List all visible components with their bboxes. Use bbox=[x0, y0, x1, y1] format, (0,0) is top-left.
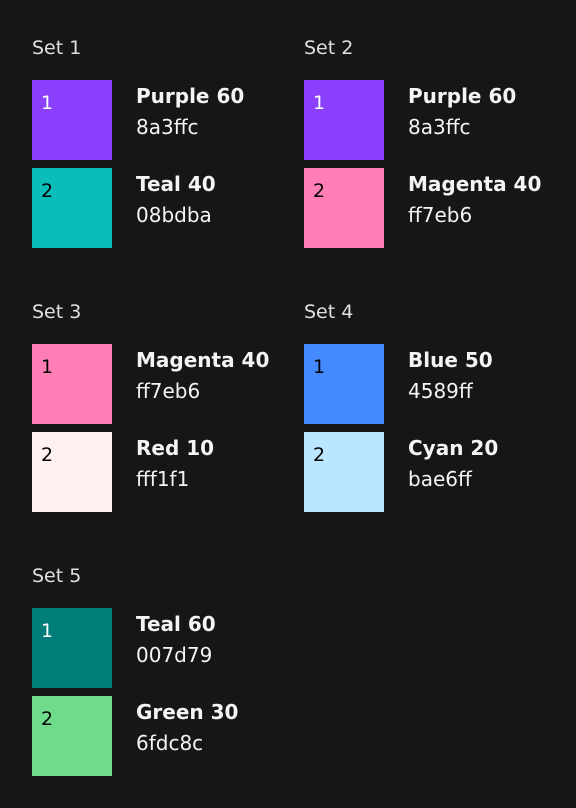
swatch-name: Blue 50 bbox=[408, 348, 493, 372]
swatch-row: 1 Purple 60 8a3ffc bbox=[304, 80, 564, 160]
swatch-name: Red 10 bbox=[136, 436, 215, 460]
swatch-hex: bae6ff bbox=[408, 467, 472, 491]
swatch-hex: 007d79 bbox=[136, 643, 213, 667]
swatch-name: Purple 60 bbox=[136, 84, 245, 108]
swatch-row: 1 Teal 60 007d79 bbox=[32, 608, 292, 688]
swatch-number: 1 bbox=[313, 356, 326, 378]
swatch-row: 1 Purple 60 8a3ffc bbox=[32, 80, 292, 160]
color-swatch: 1 bbox=[32, 80, 112, 160]
swatch-number: 1 bbox=[41, 92, 54, 114]
swatch-number: 2 bbox=[41, 444, 54, 466]
swatch-number: 1 bbox=[41, 620, 54, 642]
swatch-name: Magenta 40 bbox=[136, 348, 270, 372]
swatch-number: 2 bbox=[41, 180, 54, 202]
swatch-hex: 4589ff bbox=[408, 379, 473, 403]
color-swatch: 1 bbox=[32, 344, 112, 424]
set-title: Set 3 bbox=[32, 301, 82, 323]
swatch-hex: 8a3ffc bbox=[408, 115, 471, 139]
swatch-number: 2 bbox=[313, 180, 326, 202]
swatch-name: Teal 40 bbox=[136, 172, 216, 196]
color-swatch: 1 bbox=[304, 344, 384, 424]
swatch-row: 2 Green 30 6fdc8c bbox=[32, 696, 292, 776]
swatch-row: 1 Blue 50 4589ff bbox=[304, 344, 564, 424]
swatch-hex: fff1f1 bbox=[136, 467, 190, 491]
swatch-name: Purple 60 bbox=[408, 84, 517, 108]
swatch-hex: ff7eb6 bbox=[408, 203, 473, 227]
swatch-number: 2 bbox=[41, 708, 54, 730]
color-swatch: 1 bbox=[32, 608, 112, 688]
swatch-hex: 08bdba bbox=[136, 203, 212, 227]
color-swatch: 2 bbox=[304, 168, 384, 248]
swatch-number: 1 bbox=[313, 92, 326, 114]
color-swatch: 1 bbox=[304, 80, 384, 160]
swatch-row: 2 Teal 40 08bdba bbox=[32, 168, 292, 248]
color-swatch: 2 bbox=[32, 696, 112, 776]
swatch-name: Green 30 bbox=[136, 700, 239, 724]
swatch-hex: 6fdc8c bbox=[136, 731, 204, 755]
swatch-row: 2 Magenta 40 ff7eb6 bbox=[304, 168, 564, 248]
set-title: Set 5 bbox=[32, 565, 82, 587]
swatch-row: 2 Cyan 20 bae6ff bbox=[304, 432, 564, 512]
color-swatch: 2 bbox=[32, 168, 112, 248]
color-swatch: 2 bbox=[32, 432, 112, 512]
swatch-hex: ff7eb6 bbox=[136, 379, 201, 403]
swatch-row: 2 Red 10 fff1f1 bbox=[32, 432, 292, 512]
color-swatch: 2 bbox=[304, 432, 384, 512]
set-title: Set 4 bbox=[304, 301, 354, 323]
swatch-name: Teal 60 bbox=[136, 612, 216, 636]
set-title: Set 1 bbox=[32, 37, 82, 59]
set-title: Set 2 bbox=[304, 37, 354, 59]
swatch-name: Magenta 40 bbox=[408, 172, 542, 196]
swatch-number: 1 bbox=[41, 356, 54, 378]
swatch-number: 2 bbox=[313, 444, 326, 466]
swatch-hex: 8a3ffc bbox=[136, 115, 199, 139]
swatch-row: 1 Magenta 40 ff7eb6 bbox=[32, 344, 292, 424]
swatch-name: Cyan 20 bbox=[408, 436, 499, 460]
